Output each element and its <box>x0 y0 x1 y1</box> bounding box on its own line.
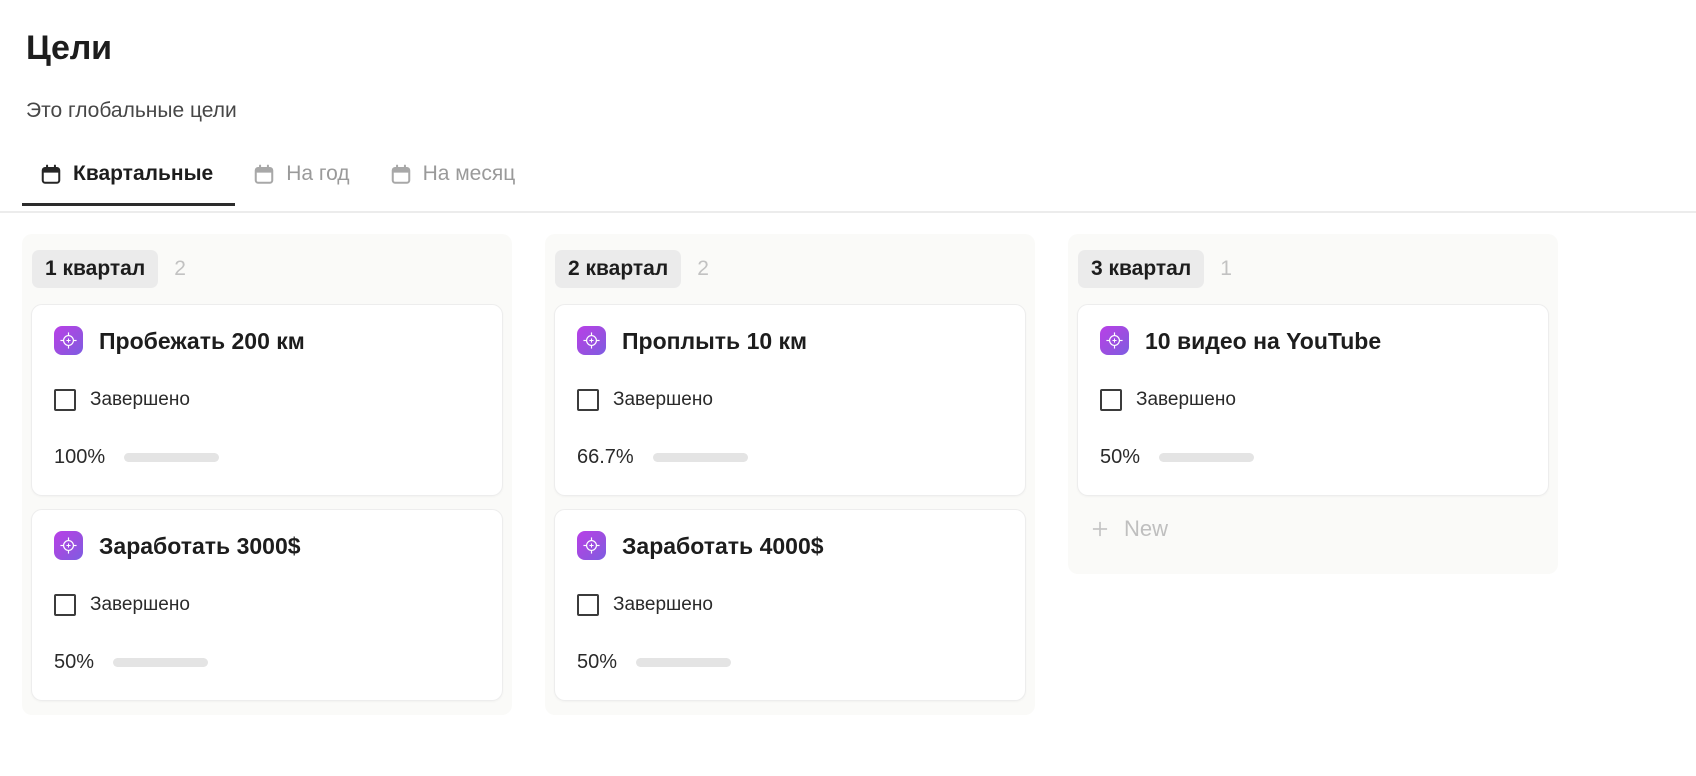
progress-percent: 50% <box>1100 446 1141 468</box>
target-icon <box>577 531 606 560</box>
tab-1[interactable]: Квартальные <box>22 155 236 206</box>
target-icon <box>60 332 77 349</box>
progress-track <box>113 657 209 667</box>
goal-card[interactable]: Заработать 4000$ Завершено 50% <box>554 509 1026 701</box>
board-column: 2 квартал 2 Проплыть 10 км Завершено 66.7% За… <box>545 234 1035 715</box>
column-header: 2 квартал 2 <box>545 234 1035 304</box>
goal-title-row: Пробежать 200 км <box>54 326 480 355</box>
goal-title: 10 видео на YouTube <box>1145 327 1382 354</box>
goal-progress-row: 50% <box>54 650 480 674</box>
goal-done-row: Завершено <box>577 593 1003 617</box>
done-label: Завершено <box>613 389 713 410</box>
goal-title-row: Проплыть 10 км <box>577 326 1003 355</box>
add-new-goal-label: New <box>1124 516 1169 541</box>
target-icon <box>1106 332 1123 349</box>
target-icon <box>60 537 77 554</box>
done-label: Завершено <box>1136 389 1236 410</box>
progress-track <box>636 657 732 667</box>
column-count: 2 <box>174 257 186 280</box>
column-header: 1 квартал 2 <box>22 234 512 304</box>
column-name-chip[interactable]: 3 квартал <box>1078 250 1205 288</box>
progress-track <box>1159 452 1255 462</box>
add-new-goal-button[interactable]: New <box>1068 496 1558 560</box>
calendar-icon <box>254 164 274 184</box>
goal-title: Пробежать 200 км <box>99 327 305 354</box>
goal-title: Проплыть 10 км <box>622 327 808 354</box>
column-cards: Проплыть 10 км Завершено 66.7% Заработать 4… <box>545 304 1035 701</box>
plus-icon <box>1092 521 1108 537</box>
column-cards: Пробежать 200 км Завершено 100% Заработать … <box>22 304 512 701</box>
column-cards: 10 видео на YouTube Завершено 50% <box>1068 304 1558 496</box>
goal-progress-row: 50% <box>1100 445 1526 469</box>
done-checkbox[interactable] <box>54 594 76 616</box>
done-checkbox[interactable] <box>577 594 599 616</box>
progress-percent: 66.7% <box>577 446 634 468</box>
target-icon <box>54 326 83 355</box>
done-checkbox[interactable] <box>54 389 76 411</box>
tab-3[interactable]: На месяц <box>372 155 538 206</box>
goals-board: 1 квартал 2 Пробежать 200 км Завершено 100% З… <box>0 234 1696 776</box>
goal-card[interactable]: Проплыть 10 км Завершено 66.7% <box>554 304 1026 496</box>
target-icon <box>54 531 83 560</box>
tab-label: На год <box>286 162 350 185</box>
target-icon <box>1100 326 1129 355</box>
column-count: 1 <box>1220 257 1232 280</box>
tab-2[interactable]: На год <box>235 155 371 206</box>
column-name-chip[interactable]: 1 квартал <box>32 250 159 288</box>
tab-label: Квартальные <box>73 162 214 185</box>
tabs-divider <box>0 211 1696 213</box>
goal-card[interactable]: 10 видео на YouTube Завершено 50% <box>1077 304 1549 496</box>
target-icon <box>577 326 606 355</box>
target-icon <box>583 332 600 349</box>
done-checkbox[interactable] <box>577 389 599 411</box>
view-tabs: Квартальные На год На месяц <box>22 155 537 206</box>
goal-title-row: Заработать 4000$ <box>577 531 1003 560</box>
target-icon <box>583 537 600 554</box>
progress-track <box>652 452 748 462</box>
goal-title: Заработать 3000$ <box>99 532 301 559</box>
column-count: 2 <box>697 257 709 280</box>
goal-progress-row: 100% <box>54 445 480 469</box>
goal-title: Заработать 4000$ <box>622 532 824 559</box>
calendar-icon <box>391 164 410 184</box>
goal-progress-row: 66.7% <box>577 445 1003 469</box>
progress-percent: 50% <box>577 651 618 673</box>
goal-done-row: Завершено <box>1100 388 1526 412</box>
board-column: 1 квартал 2 Пробежать 200 км Завершено 100% З… <box>22 234 512 715</box>
progress-track <box>124 452 220 462</box>
tab-label: На месяц <box>422 162 516 185</box>
done-label: Завершено <box>90 594 190 615</box>
page-title: Цели <box>26 29 112 67</box>
done-checkbox[interactable] <box>1100 389 1122 411</box>
progress-percent: 100% <box>54 446 106 468</box>
goal-card[interactable]: Заработать 3000$ Завершено 50% <box>31 509 503 701</box>
goal-done-row: Завершено <box>54 388 480 412</box>
column-header: 3 квартал 1 <box>1068 234 1558 304</box>
goals-page: Цели Это глобальные цели Квартальные На г… <box>0 0 1696 776</box>
goal-done-row: Завершено <box>54 593 480 617</box>
calendar-icon <box>41 164 61 184</box>
progress-percent: 50% <box>54 651 95 673</box>
done-label: Завершено <box>90 389 190 410</box>
column-name-chip[interactable]: 2 квартал <box>555 250 682 288</box>
goal-card[interactable]: Пробежать 200 км Завершено 100% <box>31 304 503 496</box>
goal-done-row: Завершено <box>577 388 1003 412</box>
goal-progress-row: 50% <box>577 650 1003 674</box>
done-label: Завершено <box>613 594 713 615</box>
goal-title-row: Заработать 3000$ <box>54 531 480 560</box>
board-column: 3 квартал 1 10 видео на YouTube Завершено 50… <box>1068 234 1558 574</box>
goal-title-row: 10 видео на YouTube <box>1100 326 1526 355</box>
page-subtitle: Это глобальные цели <box>26 99 237 122</box>
